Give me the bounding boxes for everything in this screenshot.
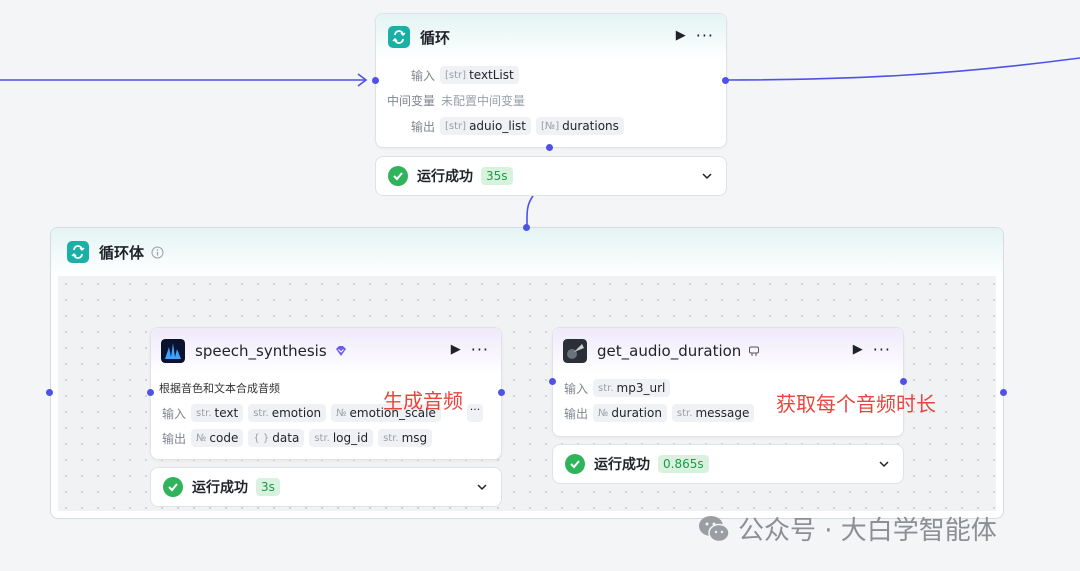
output-chip: str. log_id [309, 429, 374, 447]
run-icon[interactable]: ▶ [451, 342, 461, 357]
output-port[interactable] [900, 378, 907, 385]
output-chip: [str] aduio_list [440, 117, 531, 135]
plugin-icon [749, 346, 760, 356]
output-label: 输出 [162, 431, 187, 446]
loop-body-title: 循环体 [99, 243, 145, 262]
more-inputs-icon[interactable]: ··· [467, 404, 483, 422]
watermark-text: 公众号 · 大白学智能体 [738, 516, 997, 546]
status-text: 运行成功 [417, 169, 473, 185]
speech-node-description: 根据音色和文本合成音频 [159, 382, 280, 395]
loop-body-left-port[interactable] [46, 389, 53, 396]
loop-node-title: 循环 [420, 28, 451, 47]
time-badge: 3s [256, 478, 280, 496]
output-port[interactable] [722, 77, 729, 84]
info-icon[interactable] [151, 246, 164, 259]
loop-icon [388, 26, 410, 48]
output-chip: [№] durations [535, 117, 624, 135]
run-icon[interactable]: ▶ [853, 342, 863, 357]
loop-body-port[interactable] [546, 144, 553, 151]
output-chip: str. message [671, 404, 755, 422]
input-chip: str. text [191, 404, 244, 422]
output-label: 输出 [564, 406, 589, 421]
output-chip: № duration [593, 404, 667, 422]
output-chip: str. msg [378, 429, 433, 447]
success-icon [565, 454, 585, 474]
chevron-down-icon[interactable] [877, 457, 891, 471]
success-icon [388, 166, 408, 186]
input-port[interactable] [372, 77, 379, 84]
loop-icon [67, 241, 89, 263]
time-badge: 0.865s [658, 455, 709, 473]
mid-var-label: 中间变量 [387, 94, 436, 108]
run-icon[interactable]: ▶ [676, 28, 686, 43]
more-icon[interactable]: ··· [696, 27, 714, 43]
duration-node-header: get_audio_duration [553, 328, 903, 374]
chevron-down-icon[interactable] [475, 480, 489, 494]
loop-node[interactable]: 循环 ▶ ··· 输入 [str] textList 中间变量 未配置中间变量 输… [375, 13, 727, 148]
more-icon[interactable]: ··· [873, 341, 891, 357]
input-label: 输入 [411, 68, 436, 83]
input-label: 输入 [564, 381, 589, 396]
duration-status-bar[interactable]: 运行成功 0.865s [552, 444, 904, 484]
status-text: 运行成功 [594, 457, 650, 473]
input-label: 输入 [162, 406, 187, 421]
output-chip: { } data [248, 429, 305, 447]
loop-body-header: 循环体 [51, 228, 1003, 276]
speech-node-title: speech_synthesis [195, 342, 327, 360]
wechat-icon [699, 515, 730, 542]
input-port[interactable] [147, 389, 154, 396]
duration-node-title: get_audio_duration [597, 342, 742, 360]
speech-annotation: 生成音频 [383, 389, 463, 413]
output-port[interactable] [498, 389, 505, 396]
chevron-down-icon[interactable] [700, 169, 714, 183]
gramophone-icon [563, 339, 587, 363]
input-chip: [str] textList [440, 66, 519, 84]
input-port[interactable] [549, 378, 556, 385]
status-text: 运行成功 [192, 480, 248, 496]
loop-status-bar[interactable]: 运行成功 35s [375, 156, 727, 196]
loop-body-right-port[interactable] [1000, 389, 1007, 396]
more-icon[interactable]: ··· [471, 341, 489, 357]
input-chip: str. emotion [248, 404, 327, 422]
time-badge: 35s [481, 167, 513, 185]
speech-node-header: speech_synthesis [151, 328, 501, 374]
loop-node-header: 循环 [376, 14, 726, 60]
watermark: 公众号 · 大白学智能体 [698, 510, 997, 547]
duration-annotation: 获取每个音频时长 [776, 392, 936, 416]
success-icon [163, 477, 183, 497]
speech-status-bar[interactable]: 运行成功 3s [150, 467, 502, 507]
output-label: 输出 [411, 119, 436, 134]
audio-wave-icon [161, 339, 185, 363]
get-audio-duration-node[interactable]: get_audio_duration ▶ ··· 输入 str. mp3_url … [552, 327, 904, 437]
input-chip: str. mp3_url [593, 379, 671, 397]
mid-var-value: 未配置中间变量 [441, 94, 526, 108]
diamond-icon [335, 346, 346, 356]
loop-body-top-port[interactable] [523, 224, 530, 231]
output-chip: № code [191, 429, 244, 447]
